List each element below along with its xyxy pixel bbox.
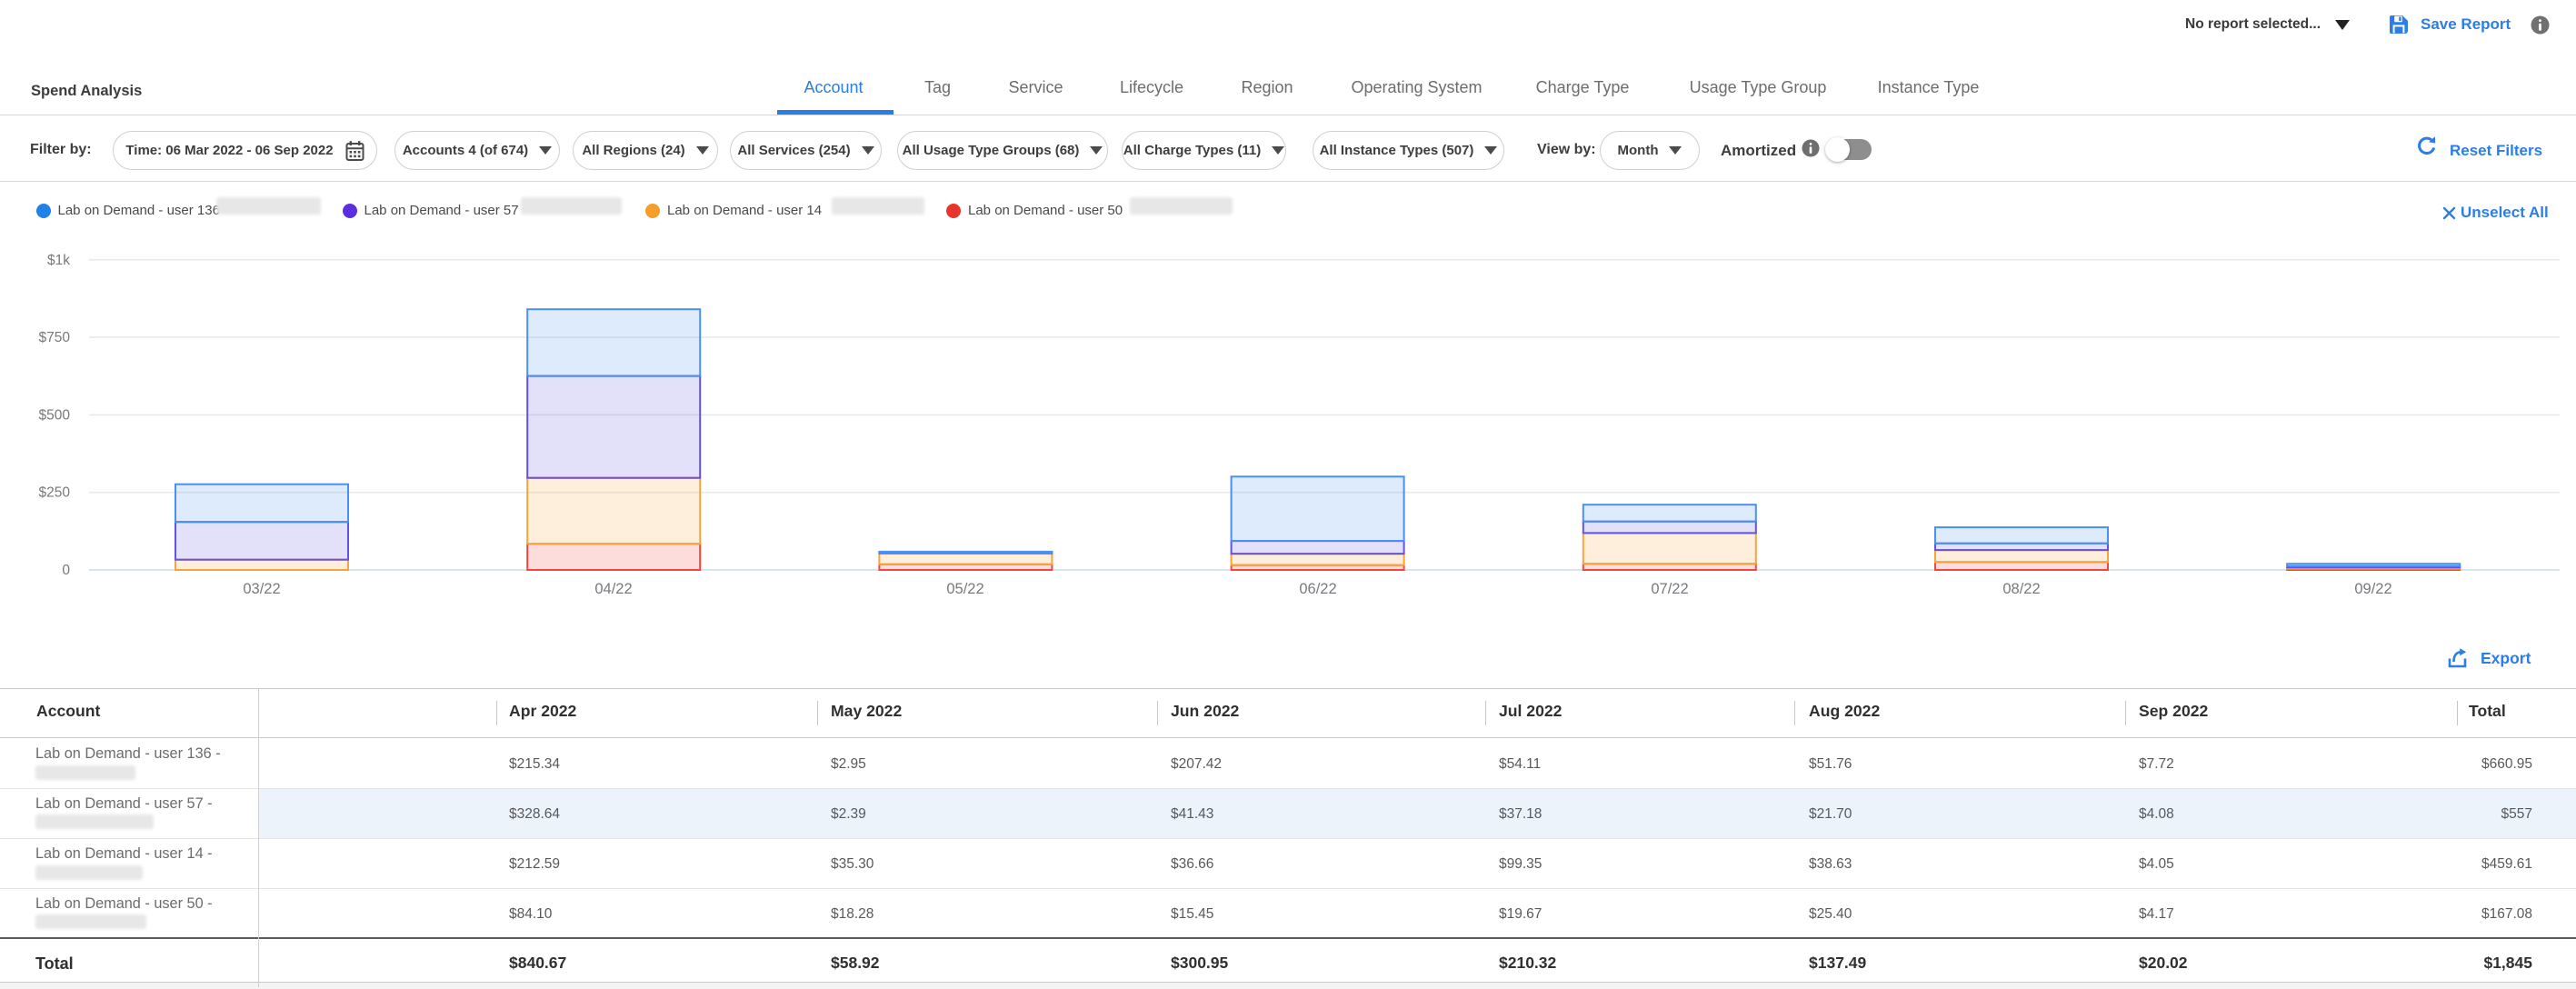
svg-text:$250: $250 — [39, 485, 71, 501]
svg-text:0: 0 — [62, 563, 70, 578]
svg-text:03/22: 03/22 — [243, 581, 280, 597]
svg-text:05/22: 05/22 — [946, 581, 983, 597]
svg-text:$500: $500 — [39, 407, 71, 423]
svg-text:06/22: 06/22 — [1299, 581, 1336, 597]
svg-text:$750: $750 — [39, 330, 71, 345]
svg-text:08/22: 08/22 — [2002, 581, 2040, 597]
svg-text:$1k: $1k — [47, 253, 70, 268]
svg-text:09/22: 09/22 — [2354, 581, 2391, 597]
svg-text:04/22: 04/22 — [594, 581, 632, 597]
svg-text:07/22: 07/22 — [1651, 581, 1688, 597]
